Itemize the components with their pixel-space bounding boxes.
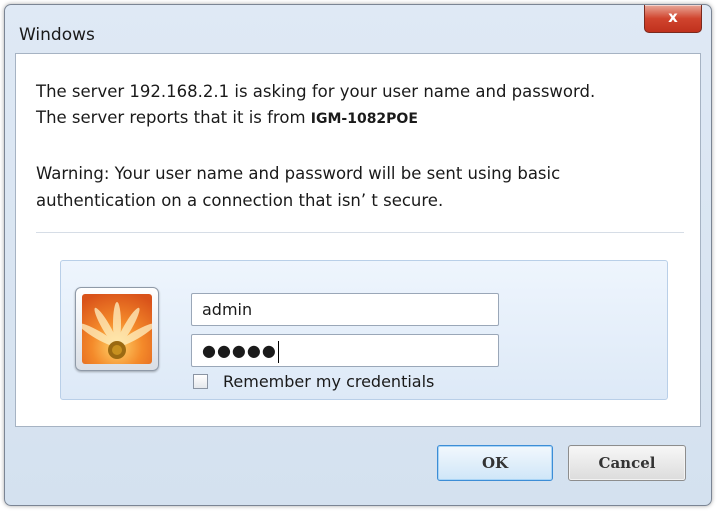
remember-checkbox[interactable] bbox=[193, 374, 208, 389]
cancel-button[interactable]: Cancel bbox=[568, 445, 686, 481]
avatar bbox=[75, 287, 159, 371]
remember-label: Remember my credentials bbox=[223, 372, 435, 391]
warning-text-line2: authentication on a connection that isn’… bbox=[36, 191, 444, 210]
title-bar[interactable]: Windows x bbox=[5, 5, 711, 45]
password-mask: ●●●●● bbox=[202, 341, 277, 360]
divider bbox=[36, 232, 684, 233]
dialog-body: The server 192.168.2.1 is asking for you… bbox=[15, 53, 701, 427]
realm-name: IGM-1082POE bbox=[310, 111, 418, 127]
server-realm-text: The server reports that it is from IGM-1… bbox=[36, 108, 418, 127]
ok-button[interactable]: OK bbox=[437, 445, 553, 481]
warning-text-line1: Warning: Your user name and password wil… bbox=[36, 164, 561, 183]
close-button[interactable]: x bbox=[644, 5, 702, 33]
window-title: Windows bbox=[19, 25, 95, 45]
close-icon: x bbox=[668, 8, 678, 26]
realm-prefix: The server reports that it is from bbox=[36, 108, 311, 127]
credentials-dialog: Windows x The server 192.168.2.1 is aski… bbox=[4, 4, 712, 506]
server-request-text: The server 192.168.2.1 is asking for you… bbox=[36, 82, 596, 101]
password-field[interactable]: ●●●●● bbox=[191, 334, 499, 367]
username-field[interactable]: admin bbox=[191, 293, 499, 326]
text-caret bbox=[277, 340, 279, 363]
credentials-panel: admin ●●●●● Remember my credentials bbox=[60, 260, 668, 400]
flower-avatar-icon bbox=[82, 294, 152, 364]
